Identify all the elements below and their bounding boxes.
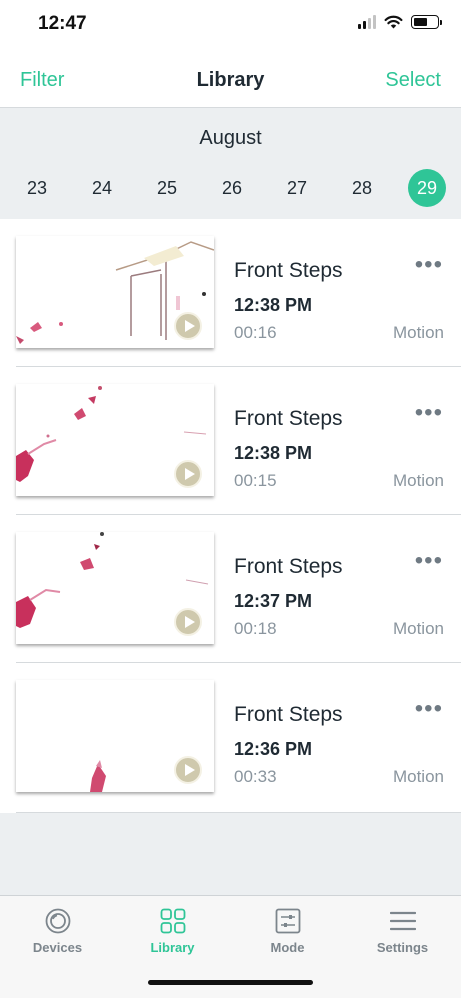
clip-time: 12:37 PM — [234, 591, 313, 611]
play-icon[interactable] — [174, 460, 202, 488]
library-grid-icon — [160, 908, 186, 934]
list-item[interactable]: Front Steps 12:38 PM 00:16 Motion ••• — [0, 219, 461, 367]
more-options-icon[interactable]: ••• — [415, 399, 443, 427]
tab-label: Library — [150, 940, 195, 955]
clip-thumbnail[interactable] — [16, 532, 214, 644]
clip-type: Motion — [392, 471, 444, 490]
clip-thumbnail[interactable] — [16, 384, 214, 496]
day-button[interactable]: 27 — [278, 169, 316, 207]
play-icon[interactable] — [174, 312, 202, 340]
more-options-icon[interactable]: ••• — [415, 547, 443, 575]
select-button[interactable]: Select — [385, 69, 441, 92]
play-icon[interactable] — [174, 608, 202, 636]
settings-menu-icon — [390, 911, 416, 931]
wifi-icon — [384, 15, 403, 29]
camera-name: Front Steps — [234, 259, 343, 282]
clip-type: Motion — [392, 619, 444, 638]
clip-type: Motion — [392, 323, 444, 342]
nav-bar: Filter Library Select — [0, 50, 461, 108]
camera-name: Front Steps — [234, 407, 343, 430]
mode-sliders-icon — [275, 908, 301, 934]
day-button[interactable]: 24 — [83, 169, 121, 207]
clip-duration: 00:33 — [234, 767, 277, 786]
status-bar: 12:47 — [0, 0, 461, 50]
tab-label: Mode — [270, 940, 305, 955]
clip-duration: 00:15 — [234, 471, 277, 490]
camera-name: Front Steps — [234, 703, 343, 726]
day-button[interactable]: 23 — [18, 169, 56, 207]
devices-icon — [45, 908, 71, 934]
tab-library[interactable]: Library — [115, 896, 230, 966]
tab-devices[interactable]: Devices — [0, 896, 115, 966]
clip-time: 12:36 PM — [234, 739, 313, 759]
day-button-selected[interactable]: 29 — [408, 169, 446, 207]
status-time: 12:47 — [38, 13, 87, 34]
list-item[interactable]: Front Steps 12:37 PM 00:18 Motion ••• — [0, 515, 461, 663]
month-label: August — [199, 127, 262, 149]
day-button[interactable]: 26 — [213, 169, 251, 207]
clip-time: 12:38 PM — [234, 443, 313, 463]
play-icon[interactable] — [174, 756, 202, 784]
list-item[interactable]: Front Steps 12:36 PM 00:33 Motion ••• — [0, 663, 461, 813]
more-options-icon[interactable]: ••• — [415, 251, 443, 279]
clip-duration: 00:18 — [234, 619, 277, 638]
date-strip: August 23 24 25 26 27 28 29 — [0, 109, 461, 219]
tab-mode[interactable]: Mode — [230, 896, 345, 966]
more-options-icon[interactable]: ••• — [415, 695, 443, 723]
clip-list: Front Steps 12:38 PM 00:16 Motion ••• Fr… — [0, 219, 461, 813]
clip-type: Motion — [392, 767, 444, 786]
tab-label: Settings — [376, 940, 429, 955]
day-button[interactable]: 25 — [148, 169, 186, 207]
tab-settings[interactable]: Settings — [345, 896, 460, 966]
tab-label: Devices — [32, 940, 83, 955]
status-icons — [358, 15, 442, 29]
battery-icon — [411, 15, 442, 29]
clip-time: 12:38 PM — [234, 295, 313, 315]
list-item[interactable]: Front Steps 12:38 PM 00:15 Motion ••• — [0, 367, 461, 515]
cellular-signal-icon — [358, 15, 376, 29]
camera-name: Front Steps — [234, 555, 343, 578]
clip-duration: 00:16 — [234, 323, 277, 342]
home-indicator — [148, 980, 313, 985]
day-selector: 23 24 25 26 27 28 29 — [18, 169, 446, 207]
clip-thumbnail[interactable] — [16, 236, 214, 348]
day-button[interactable]: 28 — [343, 169, 381, 207]
clip-thumbnail[interactable] — [16, 680, 214, 792]
